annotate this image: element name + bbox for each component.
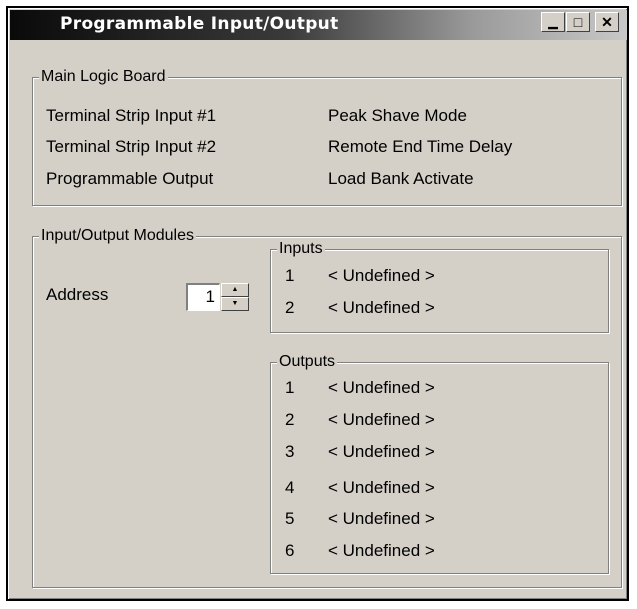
maximize-button[interactable]: □ bbox=[566, 12, 590, 32]
arrow-down-icon: ▼ bbox=[231, 300, 239, 307]
address-up-button[interactable]: ▲ bbox=[221, 283, 249, 297]
close-icon: ✕ bbox=[601, 14, 613, 30]
output-6-number: 6 bbox=[285, 541, 295, 560]
main-logic-board-legend: Main Logic Board bbox=[39, 68, 168, 86]
address-label: Address bbox=[46, 285, 109, 304]
input-1-number: 1 bbox=[285, 266, 295, 285]
input-2-value[interactable]: < Undefined > bbox=[328, 298, 435, 318]
close-button[interactable]: ✕ bbox=[595, 12, 619, 32]
outputs-legend: Outputs bbox=[277, 353, 338, 371]
input-2-number: 2 bbox=[285, 298, 295, 317]
programmable-output-link[interactable]: Programmable Output bbox=[46, 169, 213, 189]
output-3-number: 3 bbox=[285, 442, 295, 461]
output-5-number: 5 bbox=[285, 509, 295, 528]
arrow-up-icon: ▲ bbox=[231, 286, 239, 293]
minimize-button[interactable]: ▁ bbox=[541, 12, 565, 32]
maximize-icon: □ bbox=[573, 14, 583, 30]
title-bar[interactable]: Programmable Input/Output bbox=[10, 10, 627, 40]
load-bank-activate-link[interactable]: Load Bank Activate bbox=[328, 169, 474, 189]
window-title: Programmable Input/Output bbox=[60, 14, 339, 34]
remote-end-time-delay-link[interactable]: Remote End Time Delay bbox=[328, 137, 512, 157]
output-2-value[interactable]: < Undefined > bbox=[328, 410, 435, 430]
address-down-button[interactable]: ▼ bbox=[221, 297, 249, 311]
terminal-strip-input-1-link[interactable]: Terminal Strip Input #1 bbox=[46, 106, 216, 126]
output-1-number: 1 bbox=[285, 378, 295, 397]
io-modules-legend: Input/Output Modules bbox=[39, 227, 196, 245]
terminal-strip-input-2-link[interactable]: Terminal Strip Input #2 bbox=[46, 137, 216, 157]
minimize-icon: ▁ bbox=[548, 15, 558, 29]
outputs-group: Outputs bbox=[270, 353, 609, 574]
peak-shave-mode-link[interactable]: Peak Shave Mode bbox=[328, 106, 467, 126]
output-2-number: 2 bbox=[285, 410, 295, 429]
output-5-value[interactable]: < Undefined > bbox=[328, 509, 435, 529]
output-4-value[interactable]: < Undefined > bbox=[328, 478, 435, 498]
input-1-value[interactable]: < Undefined > bbox=[328, 266, 435, 286]
output-3-value[interactable]: < Undefined > bbox=[328, 442, 435, 462]
address-input[interactable]: 1 bbox=[186, 283, 220, 311]
output-4-number: 4 bbox=[285, 478, 295, 497]
output-6-value[interactable]: < Undefined > bbox=[328, 541, 435, 561]
output-1-value[interactable]: < Undefined > bbox=[328, 378, 435, 398]
inputs-legend: Inputs bbox=[277, 240, 325, 258]
address-spinner: 1 ▲ ▼ bbox=[186, 283, 250, 311]
inputs-group: Inputs bbox=[270, 240, 609, 333]
